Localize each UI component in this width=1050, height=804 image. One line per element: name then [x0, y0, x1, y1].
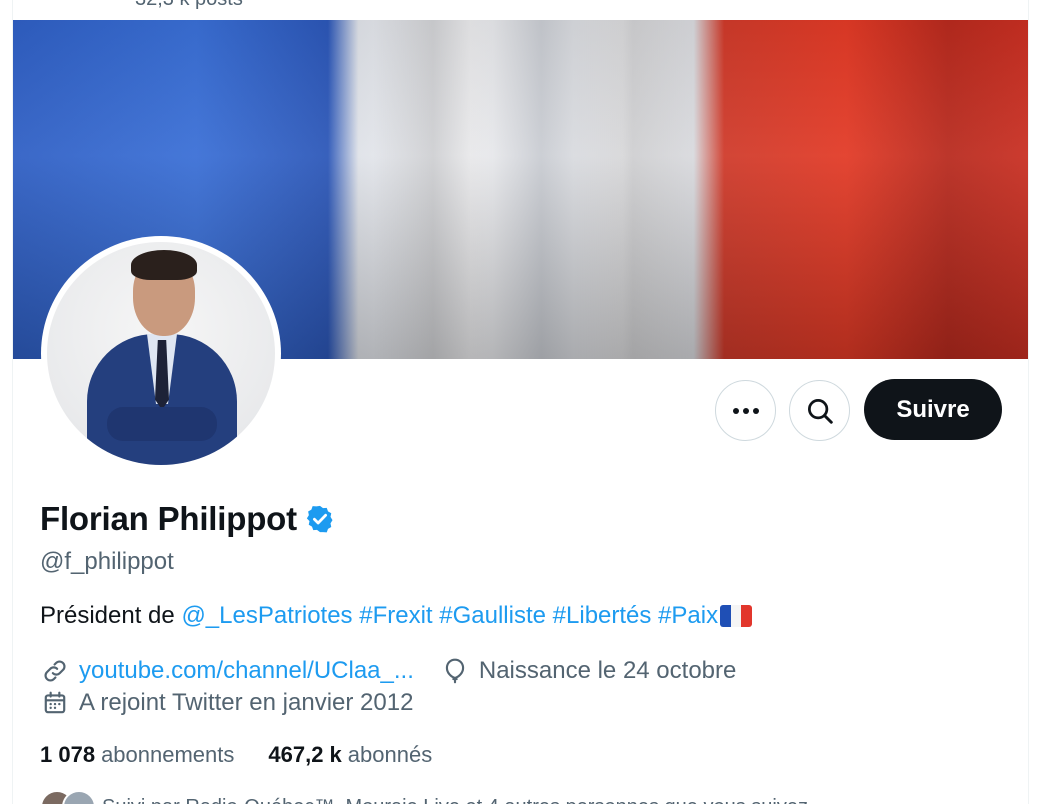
following-stat[interactable]: 1 078 abonnements: [40, 742, 234, 768]
bio-hashtag-gaulliste[interactable]: #Gaulliste: [439, 602, 546, 630]
birthday-text: Naissance le 24 octobre: [478, 657, 737, 684]
profile-handle: @f_philippot: [40, 548, 174, 575]
profile-joined-row: A rejoint Twitter en janvier 2012: [40, 688, 413, 718]
bio-link-lespatriotes[interactable]: @_LesPatriotes: [181, 602, 352, 630]
profile-meta-row: youtube.com/channel/UClaa_... Naissance …: [40, 656, 736, 686]
followed-by-row[interactable]: Suivi par Radio-Québec™, Mouraie Live et…: [40, 790, 808, 804]
balloon-icon: [440, 656, 470, 686]
search-icon: [807, 398, 833, 424]
profile-bio: Président de @_LesPatriotes #Frexit #Gau…: [40, 602, 753, 630]
link-icon: [40, 656, 70, 686]
bio-text: Président de: [40, 602, 175, 629]
followed-by-avatars: [40, 790, 96, 804]
profile-name-row: Florian Philippot: [40, 500, 335, 538]
followed-by-text: Suivi par Radio-Québec™, Mouraie Live et…: [102, 796, 808, 804]
profile-stats: 1 078 abonnements 467,2 k abonnés: [40, 742, 466, 768]
verified-badge-icon[interactable]: [305, 504, 335, 534]
website-link[interactable]: youtube.com/channel/UClaa_...: [79, 657, 414, 685]
joined-text: A rejoint Twitter en janvier 2012: [79, 689, 414, 716]
bio-hashtag-frexit[interactable]: #Frexit: [359, 602, 432, 630]
following-count: 1 078: [40, 742, 96, 767]
search-profile-button[interactable]: [789, 380, 850, 441]
profile-avatar[interactable]: [41, 236, 281, 471]
more-options-button[interactable]: [715, 380, 776, 441]
profile-column: 32,3 k posts Suivre Florian Philippot: [12, 0, 1029, 804]
profile-name: Florian Philippot: [40, 500, 297, 537]
followers-count: 467,2 k: [268, 742, 342, 767]
followers-label: abonnés: [347, 742, 433, 767]
more-horizontal-icon: [732, 407, 759, 414]
bio-hashtag-libertes[interactable]: #Libertés: [553, 602, 652, 630]
followers-stat[interactable]: 467,2 k abonnés: [268, 742, 432, 768]
follow-button[interactable]: Suivre: [864, 379, 1002, 440]
following-label: abonnements: [101, 742, 235, 767]
french-flag-icon: [720, 605, 753, 627]
bio-hashtag-paix[interactable]: #Paix: [658, 602, 718, 630]
calendar-icon: [40, 688, 70, 718]
posts-count: 32,3 k posts: [135, 0, 243, 11]
